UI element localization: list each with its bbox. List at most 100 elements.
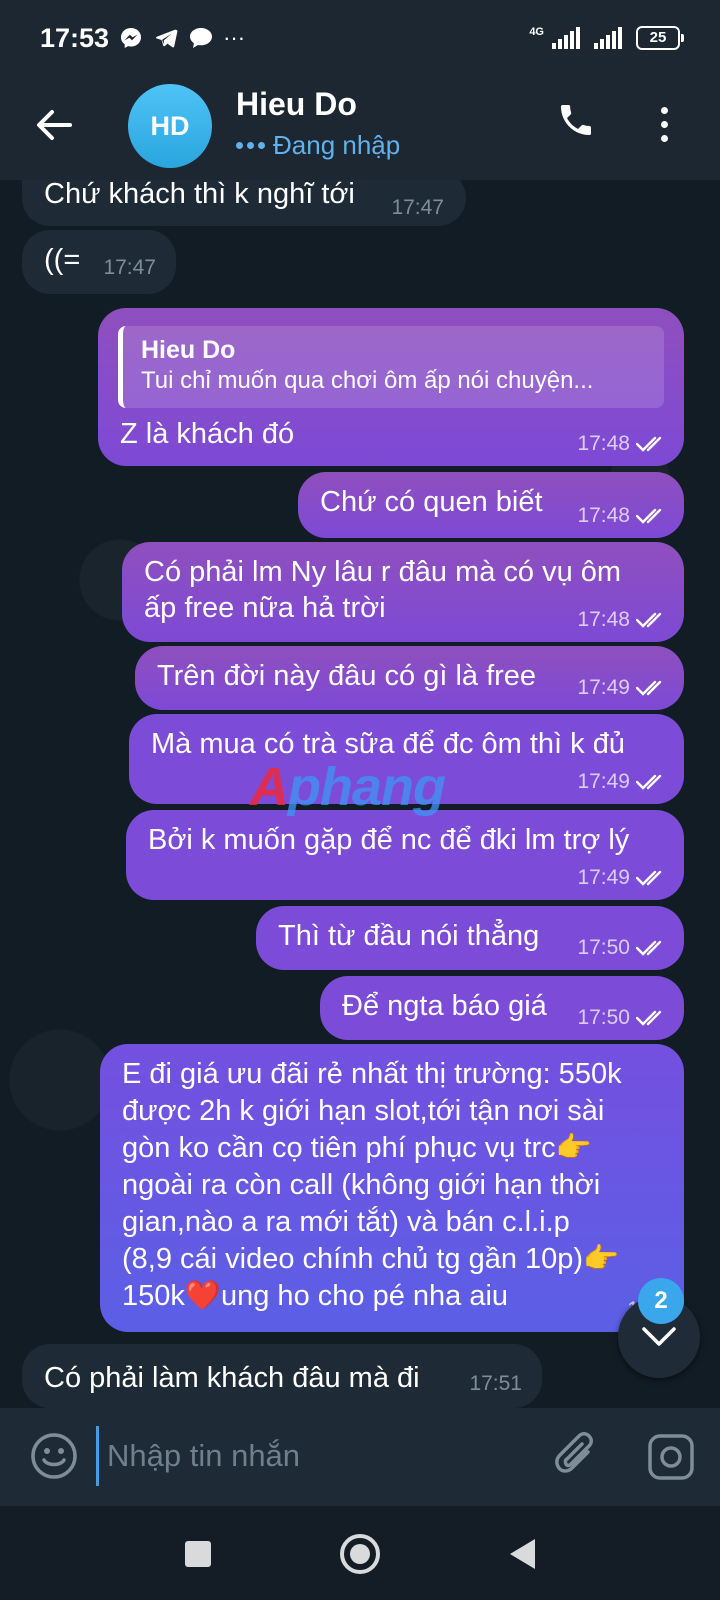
avatar[interactable]: HD bbox=[128, 84, 212, 168]
nav-circle-icon bbox=[340, 1534, 380, 1574]
message-meta: 17:50 bbox=[577, 936, 668, 960]
message-outgoing[interactable]: Thì từ đầu nói thẳng 17:50 bbox=[256, 906, 684, 970]
message-composer bbox=[0, 1408, 720, 1506]
system-nav-bar bbox=[0, 1506, 720, 1600]
message-meta: 17:48 bbox=[577, 608, 668, 632]
message-time: 17:49 bbox=[577, 866, 630, 889]
more-notifications-icon: ··· bbox=[223, 25, 246, 50]
watermark-logo: Aphang bbox=[250, 757, 446, 817]
message-time: 17:48 bbox=[577, 432, 630, 455]
message-text: Bởi k muốn gặp để nc để đki lm trợ lý bbox=[148, 824, 630, 856]
message-text: Có phải làm khách đâu mà đi bbox=[44, 1362, 420, 1394]
double-check-icon bbox=[636, 612, 662, 628]
message-text: Z là khách đó bbox=[120, 418, 295, 450]
message-time: 17:47 bbox=[103, 256, 156, 279]
message-line: E đi giá ưu đãi rẻ nhất thị trường: 550k bbox=[122, 1058, 622, 1090]
emoji-button[interactable] bbox=[30, 1432, 78, 1480]
message-meta: 17:49 bbox=[577, 770, 668, 794]
back-button[interactable] bbox=[34, 102, 74, 148]
double-check-icon bbox=[636, 1010, 662, 1026]
contact-name[interactable]: Hieu Do bbox=[236, 86, 357, 123]
double-check-icon bbox=[636, 940, 662, 956]
message-incoming[interactable]: Chứ khách thì k nghĩ tới 17:47 bbox=[22, 180, 466, 226]
reply-preview[interactable]: Hieu Do Tui chỉ muốn qua chơi ôm ấp nói … bbox=[118, 326, 664, 408]
contact-status-text: Đang nhập bbox=[273, 130, 401, 160]
nav-square-icon bbox=[185, 1541, 211, 1567]
message-text-block: E đi giá ưu đãi rẻ nhất thị trường: 550k… bbox=[122, 1056, 622, 1315]
message-meta: 17:48 bbox=[577, 432, 668, 456]
message-time: 17:48 bbox=[577, 608, 630, 631]
message-text: Thì từ đầu nói thẳng bbox=[278, 920, 540, 952]
chat-bubble-icon bbox=[190, 28, 213, 48]
chevron-down-icon bbox=[642, 1327, 676, 1346]
chat-header: HD Hieu Do Đang nhập bbox=[0, 76, 720, 180]
double-check-icon bbox=[636, 870, 662, 886]
double-check-icon bbox=[636, 680, 662, 696]
call-button[interactable] bbox=[556, 100, 600, 148]
message-text: Chứ có quen biết bbox=[320, 486, 543, 518]
unread-count-badge[interactable]: 2 bbox=[638, 1278, 684, 1324]
message-text: Chứ khách thì k nghĩ tới bbox=[44, 180, 355, 210]
back-nav-button[interactable] bbox=[500, 1532, 544, 1576]
message-outgoing[interactable]: Trên đời này đâu có gì là free 17:49 bbox=[135, 646, 684, 710]
contact-status: Đang nhập bbox=[236, 130, 400, 161]
reply-sender-name: Hieu Do bbox=[141, 336, 236, 364]
telegram-icon bbox=[156, 29, 178, 48]
message-text: Để ngta báo giá bbox=[342, 990, 547, 1022]
message-time: 17:49 bbox=[577, 676, 630, 699]
message-time: 17:49 bbox=[577, 770, 630, 793]
message-text: ((= bbox=[44, 244, 81, 276]
message-line: (8,9 cái video chính chủ tg gần 10p)👉 bbox=[122, 1243, 620, 1275]
nav-back-triangle-icon bbox=[510, 1539, 535, 1569]
message-meta: 17:50 bbox=[577, 1006, 668, 1030]
message-outgoing[interactable]: Có phải lm Ny lâu r đâu mà có vụ ôm ấp f… bbox=[122, 542, 684, 642]
double-check-icon bbox=[636, 508, 662, 524]
message-line: 150k❤️ung ho cho pé nha aiu bbox=[122, 1280, 509, 1312]
message-outgoing[interactable]: Chứ có quen biết 17:48 bbox=[298, 472, 684, 538]
battery-icon: 25 bbox=[636, 26, 684, 50]
message-input[interactable] bbox=[96, 1426, 526, 1486]
message-outgoing-reply[interactable]: Hieu Do Tui chỉ muốn qua chơi ôm ấp nói … bbox=[98, 308, 684, 466]
typing-dots-icon bbox=[236, 142, 265, 149]
message-meta: 17:48 bbox=[577, 504, 668, 528]
more-options-button[interactable] bbox=[654, 100, 674, 148]
message-meta: 17:49 bbox=[577, 866, 668, 890]
double-check-icon bbox=[636, 774, 662, 790]
message-time: 17:50 bbox=[577, 936, 630, 959]
message-meta: 17:49 bbox=[577, 676, 668, 700]
message-line: gòn ko cần cọ tiên phí phục vụ trc👉 bbox=[122, 1132, 592, 1164]
message-incoming[interactable]: Có phải làm khách đâu mà đi 17:51 bbox=[22, 1344, 542, 1408]
message-time: 17:47 bbox=[391, 196, 444, 219]
emoji-icon bbox=[31, 1433, 77, 1479]
message-time: 17:51 bbox=[469, 1372, 522, 1395]
recent-apps-button[interactable] bbox=[176, 1532, 220, 1576]
message-incoming[interactable]: ((= 17:47 bbox=[22, 230, 176, 294]
paperclip-icon bbox=[555, 1432, 593, 1473]
message-line: gian,nào a ra mới tắt) và bán c.l.i.p bbox=[122, 1206, 570, 1238]
attach-button[interactable] bbox=[552, 1430, 600, 1482]
message-text: Trên đời này đâu có gì là free bbox=[157, 660, 537, 692]
messenger-icon bbox=[121, 28, 142, 48]
message-line: được 2h k giới hạn slot,tới tận nơi sài bbox=[122, 1095, 605, 1127]
camera-button[interactable] bbox=[646, 1432, 696, 1482]
double-check-icon bbox=[636, 436, 662, 452]
message-text-line-2: ấp free nữa hả trời bbox=[144, 592, 386, 624]
signal-icon-2 bbox=[594, 27, 622, 49]
message-line: ngoài ra còn call (không giới hạn thời bbox=[122, 1169, 601, 1201]
home-button[interactable] bbox=[338, 1532, 382, 1576]
message-time: 17:50 bbox=[577, 1006, 630, 1029]
message-outgoing-long[interactable]: E đi giá ưu đãi rẻ nhất thị trường: 550k… bbox=[100, 1044, 684, 1332]
back-arrow-icon bbox=[37, 110, 72, 140]
status-bar: 17:53 ··· 4G 25 bbox=[0, 0, 720, 76]
camera-icon bbox=[648, 1434, 694, 1480]
message-text-line-1: Có phải lm Ny lâu r đâu mà có vụ ôm bbox=[144, 556, 622, 588]
message-outgoing[interactable]: Bởi k muốn gặp để nc để đki lm trợ lý 17… bbox=[126, 810, 684, 900]
message-time: 17:48 bbox=[577, 504, 630, 527]
network-type-label: 4G bbox=[529, 25, 544, 38]
message-outgoing[interactable]: Để ngta báo giá 17:50 bbox=[320, 976, 684, 1040]
system-indicators: 4G 25 bbox=[529, 25, 684, 50]
phone-icon bbox=[561, 105, 591, 135]
notification-icons: ··· bbox=[119, 25, 245, 51]
reply-quoted-text: Tui chỉ muốn qua chơi ôm ấp nói chuyện..… bbox=[141, 367, 594, 394]
status-time: 17:53 bbox=[40, 22, 110, 53]
